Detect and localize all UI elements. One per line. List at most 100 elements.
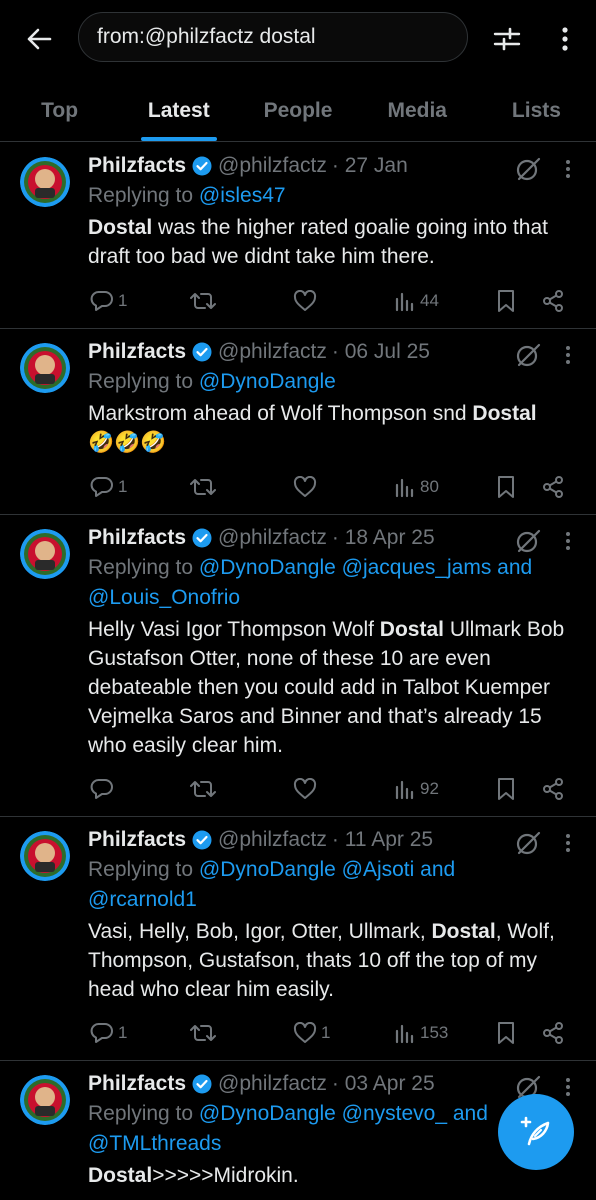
tab-lists[interactable]: Lists [477, 80, 596, 141]
like-button[interactable] [293, 775, 321, 803]
reply-mention-link[interactable]: @rcarnold1 [88, 888, 197, 911]
share-button[interactable] [541, 473, 565, 501]
avatar[interactable] [20, 157, 70, 207]
reply-mention-link[interactable]: @DynoDangle @nystevo_ and [199, 1102, 488, 1125]
replying-to-label: Replying to [88, 556, 199, 579]
tweet-more-icon[interactable] [558, 155, 578, 183]
grok-icon[interactable] [514, 155, 542, 183]
avatar[interactable] [20, 1075, 70, 1125]
reply-button[interactable]: 1 [90, 287, 127, 315]
replying-to-label: Replying to [88, 184, 199, 207]
tweet-more-icon[interactable] [558, 829, 578, 857]
share-icon [543, 476, 563, 498]
tweet-date: · 11 Apr 25 [331, 828, 434, 851]
tweet[interactable]: Philzfacts @philzfactz · 11 Apr 25 Reply… [0, 817, 596, 1061]
tab-latest[interactable]: Latest [119, 80, 238, 141]
reply-mention-link[interactable]: @isles47 [199, 184, 286, 207]
replying-to: Replying to @DynoDangle @jacques_jams an… [88, 553, 578, 613]
retweet-button[interactable] [190, 775, 216, 803]
views-chart-icon [395, 1024, 414, 1044]
share-button[interactable] [541, 1019, 565, 1047]
views-button[interactable]: 92 [394, 775, 439, 803]
tweet-actions: 92 [88, 775, 578, 803]
tweet-text-rest: >>>>>Midrokin. [152, 1164, 299, 1187]
share-button[interactable] [541, 775, 565, 803]
verified-badge-icon [192, 1074, 212, 1094]
tab-media[interactable]: Media [358, 80, 477, 141]
reply-mention-link[interactable]: @DynoDangle [199, 370, 336, 393]
bookmark-button[interactable] [496, 775, 516, 803]
bookmark-button[interactable] [496, 473, 516, 501]
like-button[interactable]: 1 [293, 1019, 330, 1047]
like-button[interactable] [293, 473, 321, 501]
tweet-more-icon[interactable] [558, 341, 578, 369]
retweet-icon [190, 479, 216, 495]
search-input[interactable]: from:@philzfactz dostal [78, 12, 468, 62]
reply-mention-link[interactable]: @DynoDangle @Ajsoti and [199, 858, 455, 881]
search-filter-icon[interactable] [488, 20, 526, 58]
author-name[interactable]: Philzfacts [88, 1072, 186, 1096]
author-name[interactable]: Philzfacts [88, 340, 186, 364]
tweet-actions: 1 80 [88, 473, 578, 501]
tweet-text: Dostal was the higher rated goalie going… [88, 213, 578, 271]
retweet-icon [190, 293, 216, 309]
tab-top[interactable]: Top [0, 80, 119, 141]
grok-icon[interactable] [514, 527, 542, 555]
retweet-button[interactable] [190, 287, 216, 315]
avatar[interactable] [20, 831, 70, 881]
retweet-icon [190, 781, 216, 797]
grok-icon[interactable] [514, 341, 542, 369]
reply-button[interactable] [90, 775, 118, 803]
views-chart-icon [395, 478, 414, 498]
tweet-body: Philzfacts @philzfactz · 18 Apr 25 Reply… [88, 523, 578, 760]
author-name[interactable]: Philzfacts [88, 828, 186, 852]
avatar[interactable] [20, 343, 70, 393]
replying-to: Replying to @DynoDangle [88, 367, 578, 397]
bookmark-button[interactable] [496, 1019, 516, 1047]
views-chart-icon [395, 292, 414, 312]
views-button[interactable]: 80 [394, 473, 439, 501]
replying-to: Replying to @isles47 [88, 181, 578, 211]
compose-feather-icon [520, 1116, 550, 1146]
reply-mention-link[interactable]: @TMLthreads [88, 1132, 221, 1155]
tweet-date: · 27 Jan [331, 154, 408, 177]
search-query-text: from:@philzfactz dostal [97, 25, 316, 48]
back-arrow-icon[interactable] [22, 22, 56, 56]
retweet-button[interactable] [190, 473, 216, 501]
reply-mention-link[interactable]: @Louis_Onofrio [88, 586, 240, 609]
replying-to-label: Replying to [88, 370, 199, 393]
tab-people[interactable]: People [238, 80, 357, 141]
replying-to: Replying to @DynoDangle @Ajsoti and @rcar… [88, 855, 578, 915]
reply-count: 1 [118, 1023, 128, 1042]
replying-to-label: Replying to [88, 1102, 199, 1125]
grok-icon[interactable] [514, 829, 542, 857]
tweet-body: Philzfacts @philzfactz · 11 Apr 25 Reply… [88, 825, 578, 1004]
views-button[interactable]: 44 [394, 287, 439, 315]
avatar[interactable] [20, 529, 70, 579]
share-icon [543, 290, 563, 312]
tab-label: Media [387, 98, 447, 122]
bookmark-button[interactable] [496, 287, 516, 315]
tweet-more-icon[interactable] [558, 1073, 578, 1101]
tweet-more-icon[interactable] [558, 527, 578, 555]
like-button[interactable] [293, 287, 321, 315]
tweet-date: · 03 Apr 25 [331, 1072, 435, 1095]
reply-button[interactable]: 1 [90, 1019, 127, 1047]
view-count: 80 [420, 477, 439, 496]
tweet[interactable]: Philzfacts @philzfactz · 06 Jul 25 Reply… [0, 329, 596, 515]
more-options-icon[interactable] [548, 20, 582, 58]
tweet-actions: 1 1 153 [88, 1019, 578, 1047]
tweet-text: Helly Vasi Igor Thompson Wolf Dostal Ull… [88, 615, 578, 760]
reply-mention-link[interactable]: @DynoDangle @jacques_jams and [199, 556, 532, 579]
share-button[interactable] [541, 287, 565, 315]
retweet-button[interactable] [190, 1019, 216, 1047]
compose-button[interactable] [498, 1094, 574, 1170]
share-icon [543, 778, 563, 800]
tweet[interactable]: Philzfacts @philzfactz · 18 Apr 25 Reply… [0, 515, 596, 817]
bookmark-icon [498, 778, 514, 800]
reply-button[interactable]: 1 [90, 473, 127, 501]
author-name[interactable]: Philzfacts [88, 154, 186, 178]
tweet[interactable]: Philzfacts @philzfactz · 27 Jan Replying… [0, 143, 596, 329]
views-button[interactable]: 153 [394, 1019, 448, 1047]
author-name[interactable]: Philzfacts [88, 526, 186, 550]
